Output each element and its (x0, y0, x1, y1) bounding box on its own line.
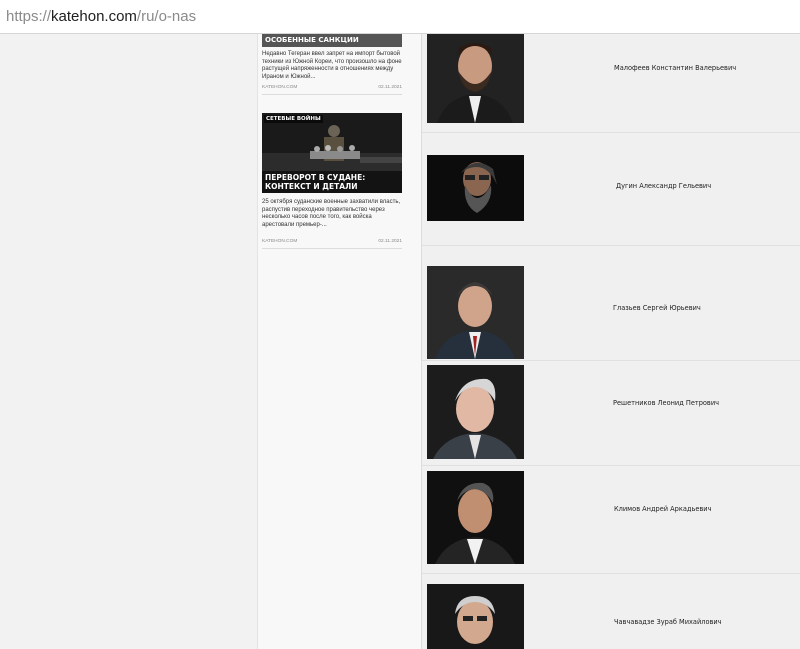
person-row[interactable]: Решетников Леонид Петрович (422, 361, 800, 466)
news-card-tag: СЕТЕВЫЕ ВОЙНЫ (264, 115, 323, 123)
person-name[interactable]: Решетников Леонид Петрович (613, 399, 719, 407)
news-card[interactable]: ОСОБЕННЫЕ САНКЦИИ Недавно Тегеран ввел з… (262, 34, 402, 95)
news-card-excerpt: 25 октября суданские военные захватили в… (262, 199, 401, 228)
news-card-title[interactable]: ПЕРЕВОРОТ В СУДАНЕ: КОНТЕКСТ И ДЕТАЛИ (262, 171, 402, 193)
people-list: Малофеев Константин Валерьевич Дугин Але… (422, 34, 800, 649)
news-card-meta: KATEHON.COM 02.11.2021 (262, 239, 402, 249)
address-bar[interactable]: https://katehon.com/ru/o-nas (0, 0, 800, 34)
news-card-meta: KATEHON.COM 02.11.2021 (262, 85, 402, 95)
url-scheme: https:// (6, 8, 52, 25)
news-sidebar: ОСОБЕННЫЕ САНКЦИИ Недавно Тегеран ввел з… (257, 34, 422, 649)
person-name[interactable]: Малофеев Константин Валерьевич (614, 64, 736, 72)
person-name[interactable]: Глазьев Сергей Юрьевич (613, 304, 701, 312)
person-row[interactable]: Климов Андрей Аркадьевич (422, 466, 800, 574)
person-row[interactable]: Малофеев Константин Валерьевич (422, 34, 800, 133)
news-card-excerpt: Недавно Тегеран ввел запрет на импорт бы… (262, 51, 402, 80)
news-card-image[interactable]: ОСОБЕННЫЕ САНКЦИИ (262, 34, 402, 47)
person-row[interactable]: Глазьев Сергей Юрьевич (422, 246, 800, 361)
person-name[interactable]: Дугин Александр Гельевич (616, 182, 711, 190)
news-card-image[interactable]: СЕТЕВЫЕ ВОЙНЫ ПЕРЕВОРОТ В СУДАНЕ: КОНТЕК… (262, 113, 402, 193)
news-card-tag: ОСОБЕННЫЕ САНКЦИИ (262, 34, 402, 47)
person-photo[interactable] (427, 34, 524, 123)
person-photo[interactable] (427, 584, 524, 649)
person-photo[interactable] (427, 266, 524, 359)
person-row[interactable]: Дугин Александр Гельевич (422, 133, 800, 246)
news-card[interactable]: СЕТЕВЫЕ ВОЙНЫ ПЕРЕВОРОТ В СУДАНЕ: КОНТЕК… (262, 113, 402, 249)
news-card-date: 02.11.2021 (378, 239, 402, 244)
url-path: /ru/o-nas (136, 8, 197, 25)
person-row[interactable]: Чавчавадзе Зураб Михайлович (422, 574, 800, 649)
person-name[interactable]: Климов Андрей Аркадьевич (614, 505, 711, 513)
person-photo[interactable] (427, 365, 524, 459)
news-card-date: 02.11.2021 (378, 85, 402, 90)
person-name[interactable]: Чавчавадзе Зураб Михайлович (614, 618, 722, 626)
left-empty-column (0, 34, 257, 649)
person-photo[interactable] (427, 471, 524, 564)
url-host: katehon.com (51, 8, 137, 25)
news-card-source[interactable]: KATEHON.COM (262, 239, 297, 244)
person-photo[interactable] (427, 155, 524, 221)
news-card-source[interactable]: KATEHON.COM (262, 85, 297, 90)
page-content: ОСОБЕННЫЕ САНКЦИИ Недавно Тегеран ввел з… (0, 34, 800, 649)
